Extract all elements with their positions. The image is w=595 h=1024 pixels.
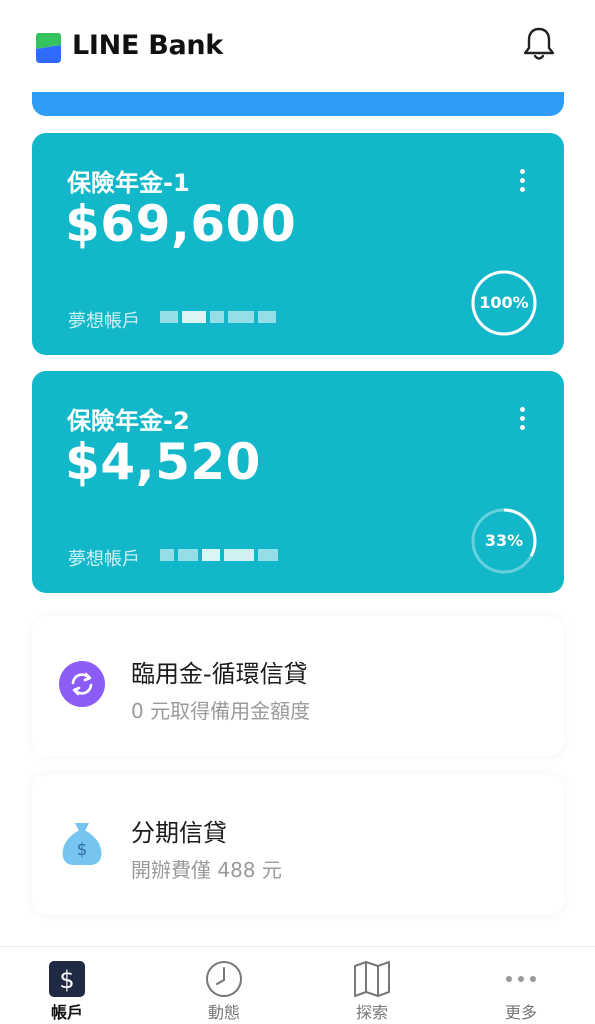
masked-account-number	[160, 309, 306, 325]
account-label: 夢想帳戶	[68, 549, 140, 570]
svg-text:$: $	[77, 840, 88, 860]
progress-label: 100%	[479, 293, 529, 312]
map-icon	[354, 961, 390, 997]
installment-loan-item[interactable]: $ 分期信貸 開辦費僅 488 元	[32, 775, 564, 915]
loan-title: 臨用金-循環信貸	[131, 660, 308, 688]
bottom-nav: $ 帳戶 動態 探索 更多	[0, 946, 595, 1024]
nav-label: 動態	[207, 1003, 240, 1022]
nav-label: 探索	[355, 1003, 388, 1022]
loan-title: 分期信貸	[131, 819, 227, 847]
masked-account-number	[160, 547, 306, 563]
logo-text: LINE Bank	[72, 30, 223, 61]
more-icon	[506, 976, 536, 982]
nav-label: 更多	[504, 1003, 537, 1022]
nav-item-activity[interactable]: 動態	[169, 947, 279, 1024]
account-label: 夢想帳戶	[68, 311, 140, 332]
nav-item-accounts[interactable]: $ 帳戶	[12, 947, 122, 1024]
annuity-card-2[interactable]: 保險年金-2 $4,520 夢想帳戶 33%	[32, 371, 564, 593]
card-title: 保險年金-2	[67, 407, 190, 435]
progress-label: 33%	[484, 531, 524, 550]
loan-subtitle: 開辦費僅 488 元	[131, 858, 282, 882]
money-bag-icon: $	[62, 823, 102, 865]
loan-subtitle: 0 元取得備用金額度	[131, 699, 311, 723]
header: LINE Bank	[0, 0, 595, 92]
kebab-icon[interactable]	[514, 169, 530, 197]
svg-text:$: $	[59, 966, 74, 994]
progress-ring: 100%	[470, 269, 538, 337]
bell-icon[interactable]	[522, 26, 556, 62]
nav-item-more[interactable]: 更多	[466, 947, 576, 1024]
previous-card-edge[interactable]	[32, 92, 564, 116]
annuity-card-1[interactable]: 保險年金-1 $69,600 夢想帳戶 100%	[32, 133, 564, 355]
nav-label: 帳戶	[50, 1003, 83, 1022]
dollar-icon: $	[49, 961, 85, 997]
revolving-arrows-icon	[59, 661, 105, 707]
card-amount: $69,600	[65, 195, 297, 253]
app-screen: LINE Bank 保險年金-1 $69,600 夢想帳戶 100% 保險年金-…	[0, 0, 595, 1024]
line-bank-logo-icon	[36, 33, 61, 63]
card-amount: $4,520	[65, 433, 261, 491]
revolving-loan-item[interactable]: 臨用金-循環信貸 0 元取得備用金額度	[32, 616, 564, 756]
nav-item-explore[interactable]: 探索	[317, 947, 427, 1024]
kebab-icon[interactable]	[514, 407, 530, 435]
progress-ring: 33%	[470, 507, 538, 575]
card-title: 保險年金-1	[67, 169, 190, 197]
clock-icon	[206, 961, 242, 997]
